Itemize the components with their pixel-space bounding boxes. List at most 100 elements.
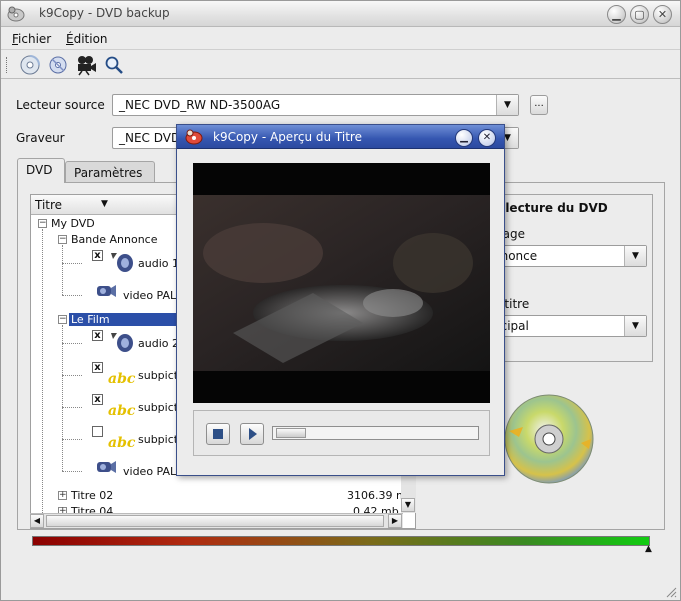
subtitle-abc-icon: abc <box>108 371 136 387</box>
checkbox-audio2[interactable]: x <box>92 330 103 341</box>
copy-progress-bar <box>32 536 650 546</box>
k9copy-app-icon <box>185 129 203 148</box>
source-value: _NEC DVD_RW ND-3500AG <box>119 98 281 112</box>
tree-item-video-film[interactable]: video PAL <box>123 465 176 478</box>
progress-marker-icon: ▲ <box>645 544 652 554</box>
tab-parametres[interactable]: Paramètres <box>65 161 155 182</box>
burner-value: _NEC DVD <box>119 131 181 145</box>
playback-group-title: e lecture du DVD <box>493 201 608 215</box>
resize-grip-icon[interactable] <box>665 586 677 598</box>
tree-guide <box>62 471 82 472</box>
copy-dvd-icon <box>49 56 67 74</box>
tab-dvd[interactable]: DVD <box>17 158 65 183</box>
chevron-down-icon: ▼ <box>624 316 646 336</box>
preview-dialog: k9Copy - Aperçu du Titre ▁ ✕ <box>176 124 505 476</box>
tree-item-audio2[interactable]: audio 2 <box>138 337 179 350</box>
browse-button[interactable]: ... <box>530 95 548 115</box>
window-title: k9Copy - DVD backup <box>39 6 170 20</box>
video-camera-icon <box>94 457 118 480</box>
preview-title: k9Copy - Aperçu du Titre <box>213 130 362 144</box>
burner-label: Graveur <box>16 131 65 145</box>
expand-toggle[interactable]: + <box>58 491 67 500</box>
seek-slider[interactable] <box>272 426 479 440</box>
playback-controls <box>193 410 490 456</box>
audio-speaker-icon <box>109 251 135 276</box>
audio-speaker-icon <box>109 331 135 356</box>
collapse-toggle[interactable]: − <box>58 315 67 324</box>
playback-group: e lecture du DVD rrage nnonce ▼ u titre … <box>481 194 653 362</box>
checkbox-subpict1[interactable]: x <box>92 362 103 373</box>
tree-item-titre02[interactable]: Titre 02 <box>71 489 113 502</box>
k9copy-app-icon <box>7 6 25 22</box>
tree-guide <box>62 295 82 296</box>
dvd-disc-icon <box>497 391 597 490</box>
tree-guide <box>62 325 63 471</box>
scroll-down-icon[interactable]: ▼ <box>401 498 415 512</box>
title-combo[interactable]: ncipal ▼ <box>486 315 647 337</box>
collapse-toggle[interactable]: − <box>58 235 67 244</box>
video-camera-icon <box>94 281 118 304</box>
scroll-thumb[interactable] <box>46 515 384 527</box>
chevron-down-icon: ▼ <box>624 246 646 266</box>
chevron-down-icon: ▼ <box>496 95 518 115</box>
tree-horizontal-scrollbar[interactable]: ◀ ▶ <box>30 513 403 528</box>
menu-edition[interactable]: Édition <box>66 32 108 46</box>
tree-item-subpict1[interactable]: subpict <box>138 369 178 382</box>
start-combo[interactable]: nnonce ▼ <box>486 245 647 267</box>
checkbox-subpict2[interactable]: x <box>92 394 103 405</box>
tree-header-title: Titre <box>35 198 63 212</box>
menu-edition-label: dition <box>73 32 108 46</box>
tree-root[interactable]: My DVD <box>51 217 95 230</box>
menu-fichier-label: ichier <box>18 32 52 46</box>
title-bar[interactable]: k9Copy - DVD backup ▁ ▢ ✕ <box>1 1 680 27</box>
close-button[interactable]: ✕ <box>653 5 672 24</box>
stop-icon <box>213 429 223 439</box>
tree-item-subpict3[interactable]: subpict <box>138 433 178 446</box>
maximize-button[interactable]: ▢ <box>630 5 649 24</box>
collapse-toggle[interactable]: − <box>38 219 47 228</box>
tree-guide <box>62 263 82 264</box>
tree-guide <box>62 375 82 376</box>
subtitle-abc-icon: abc <box>108 435 136 451</box>
source-combo[interactable]: _NEC DVD_RW ND-3500AG ▼ <box>112 94 519 116</box>
tree-item-subpict2[interactable]: subpict <box>138 401 178 414</box>
tree-vertical-scrollbar[interactable]: ▼ <box>401 471 416 513</box>
tree-guide <box>62 407 82 408</box>
menu-bar: Fichier Édition <box>1 28 680 50</box>
search-icon <box>105 56 123 74</box>
copy-dvd-button[interactable] <box>46 54 70 76</box>
subtitle-abc-icon: abc <box>108 403 136 419</box>
tree-guide <box>62 439 82 440</box>
open-dvd-button[interactable] <box>18 54 42 76</box>
close-button[interactable]: ✕ <box>478 129 496 147</box>
seek-slider-thumb[interactable] <box>276 428 306 438</box>
scroll-right-icon[interactable]: ▶ <box>388 514 402 528</box>
toolbar <box>1 51 680 79</box>
source-label: Lecteur source <box>16 98 105 112</box>
preview-button[interactable] <box>74 54 98 76</box>
preview-camera-icon <box>78 56 96 76</box>
sort-arrow-icon: ▼ <box>101 199 108 209</box>
tree-guide <box>62 343 82 344</box>
video-preview <box>193 163 490 403</box>
titre02-size: 3106.39 m <box>347 489 407 502</box>
checkbox-subpict3[interactable] <box>92 426 103 437</box>
search-button[interactable] <box>102 54 126 76</box>
preview-title-bar[interactable]: k9Copy - Aperçu du Titre ▁ ✕ <box>177 125 504 149</box>
play-icon <box>249 428 257 440</box>
checkbox-audio1[interactable]: x <box>92 250 103 261</box>
play-button[interactable] <box>240 423 264 445</box>
minimize-button[interactable]: ▁ <box>455 129 473 147</box>
tree-item-bande-annonce[interactable]: Bande Annonce <box>71 233 158 246</box>
scroll-left-icon[interactable]: ◀ <box>30 514 44 528</box>
stop-button[interactable] <box>206 423 230 445</box>
menu-edition-mnemonic: É <box>66 32 74 46</box>
tree-item-video-ba[interactable]: video PAL <box>123 289 176 302</box>
minimize-button[interactable]: ▁ <box>607 5 626 24</box>
tree-guide <box>42 229 43 525</box>
open-dvd-icon <box>20 55 40 75</box>
tree-item-audio1[interactable]: audio 1 <box>138 257 179 270</box>
tree-guide <box>62 245 63 295</box>
toolbar-grip[interactable] <box>6 57 9 73</box>
menu-fichier[interactable]: Fichier <box>12 32 51 46</box>
